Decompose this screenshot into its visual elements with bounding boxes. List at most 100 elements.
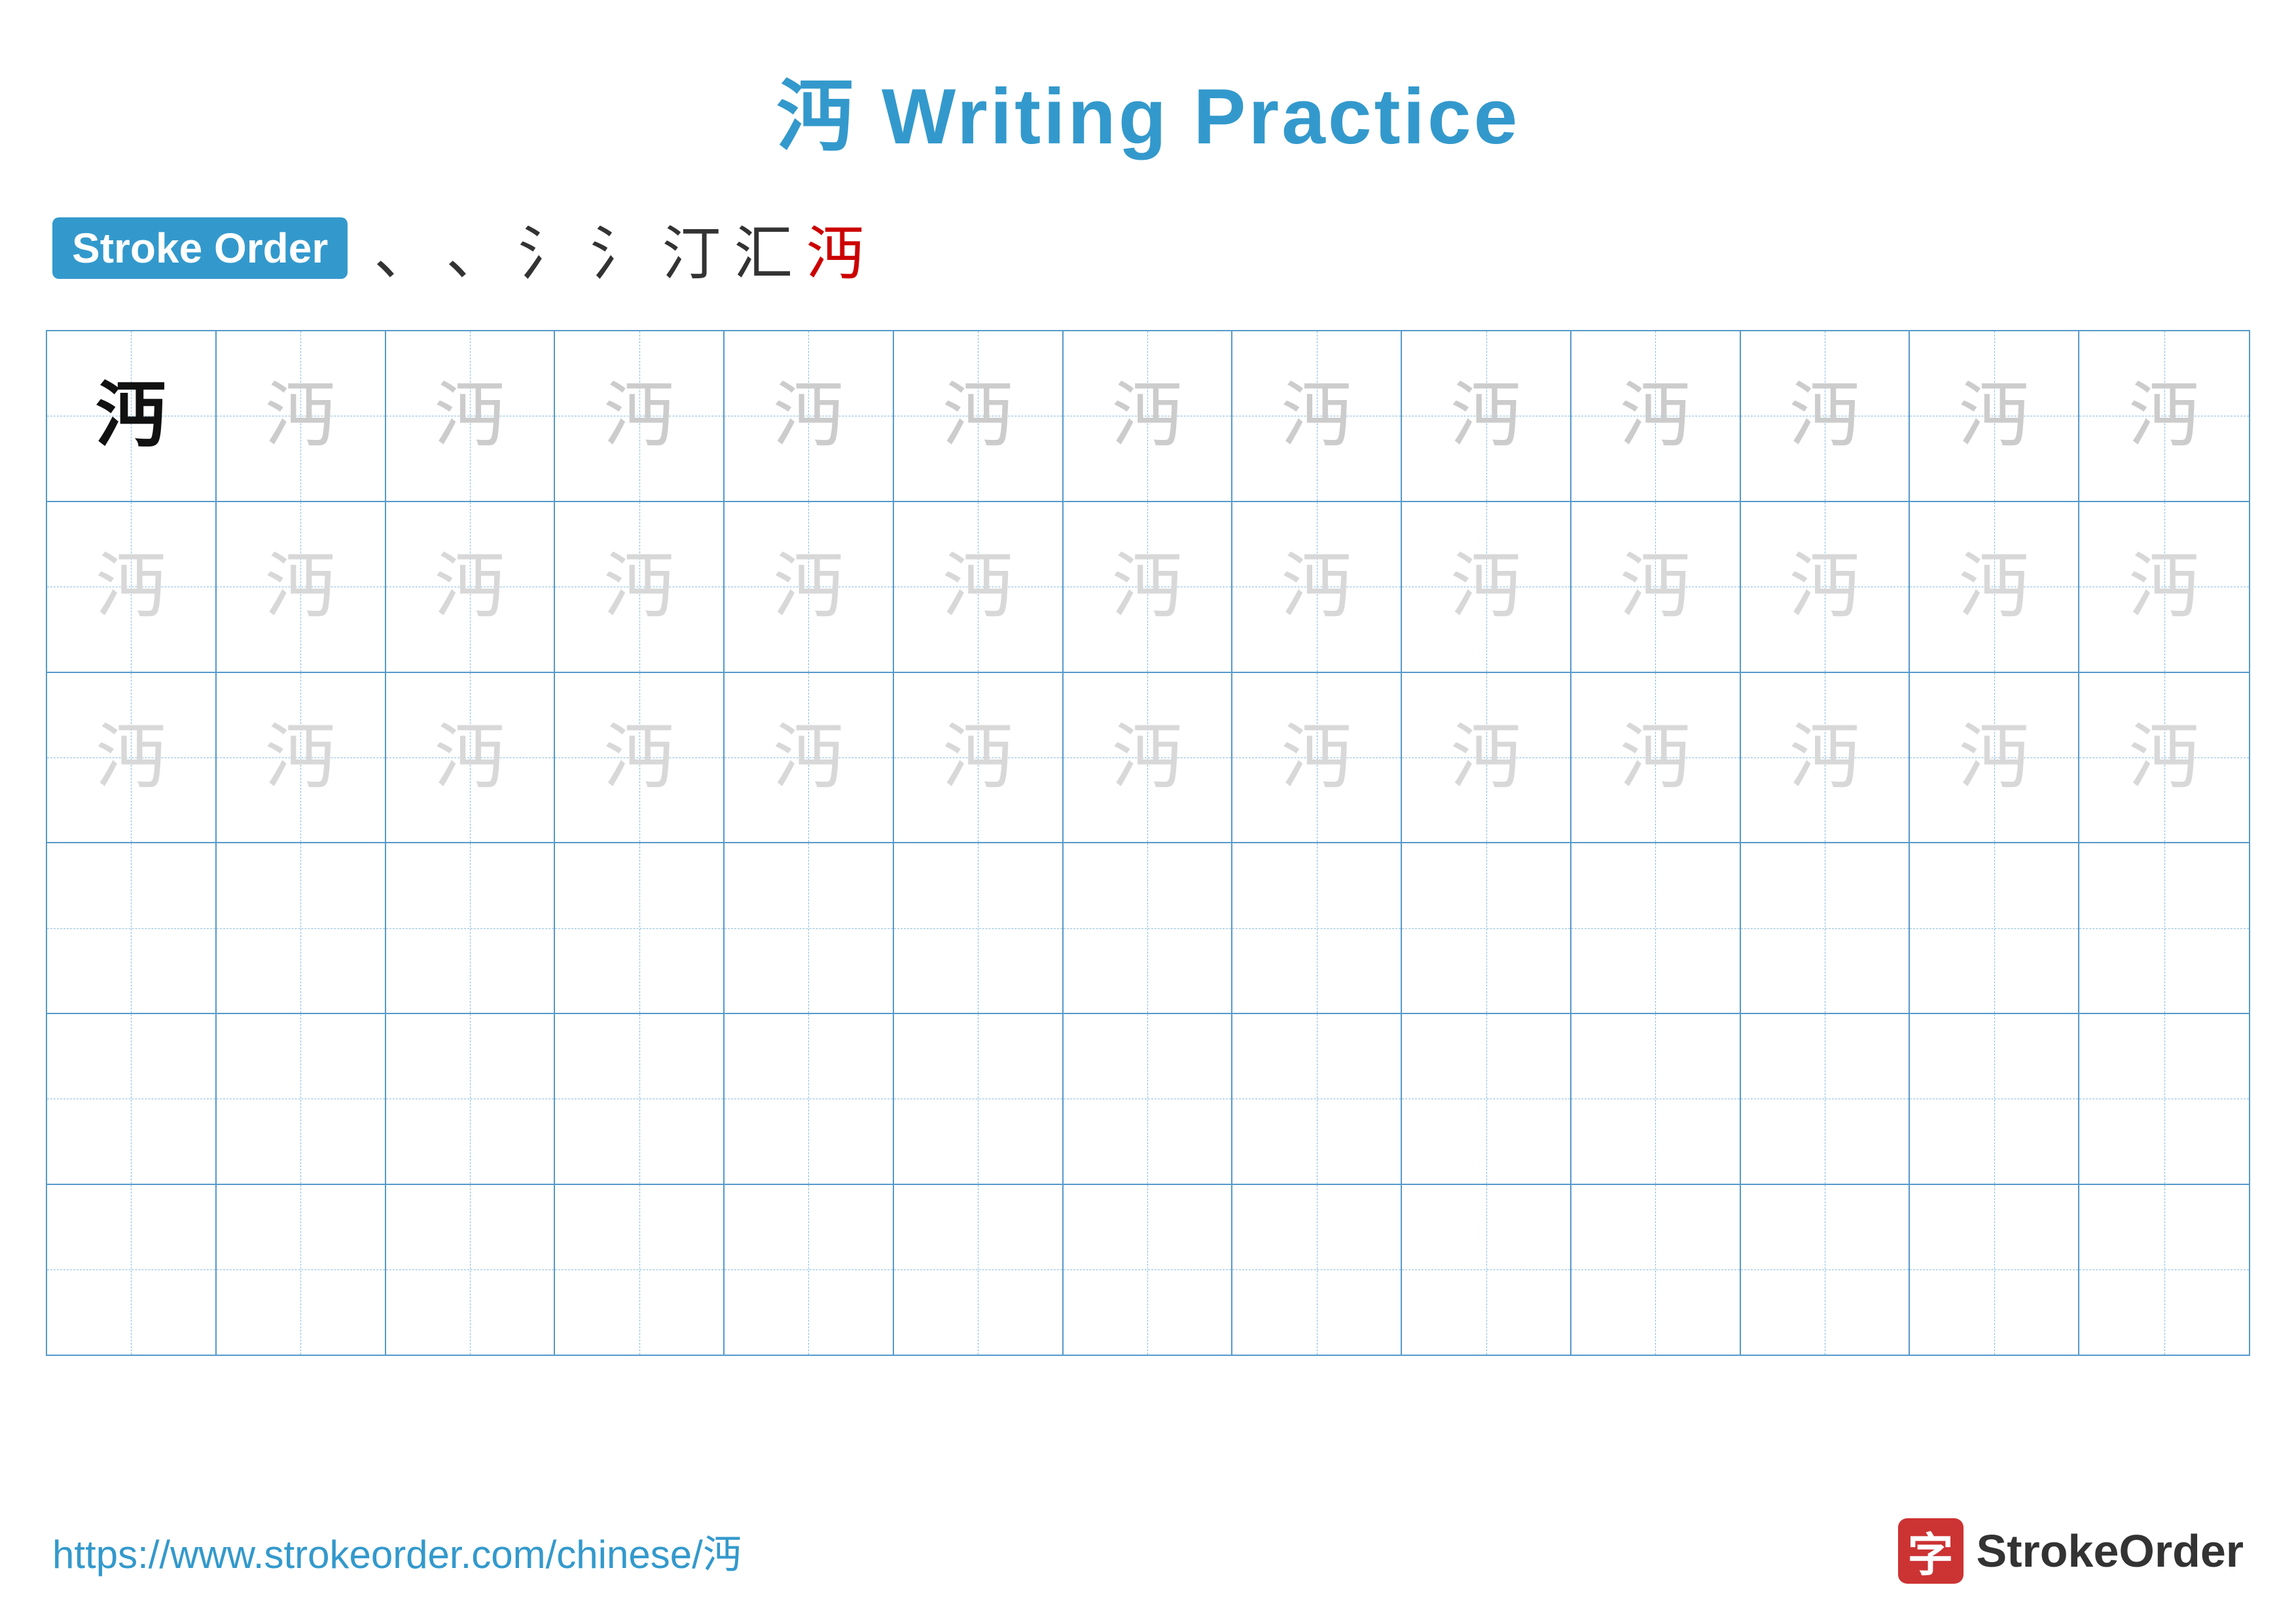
grid-cell[interactable]: 沔 [1402,331,1571,501]
grid-cell[interactable] [725,843,894,1013]
grid-cell[interactable]: 沔 [217,502,386,672]
grid-cell[interactable] [1571,1185,1741,1355]
grid-cell[interactable]: 沔 [2079,673,2249,843]
grid-cell[interactable]: 沔 [555,502,725,672]
grid-cell[interactable] [386,843,556,1013]
grid-cell[interactable]: 沔 [47,502,217,672]
grid-cell[interactable]: 沔 [1064,673,1233,843]
grid-cell[interactable]: 沔 [1910,673,2079,843]
grid-cell[interactable] [2079,1014,2249,1184]
grid-cell[interactable]: 沔 [47,673,217,843]
grid-cell[interactable] [217,1185,386,1355]
grid-cell[interactable]: 沔 [725,673,894,843]
grid-cell[interactable]: 沔 [1232,331,1402,501]
practice-character: 沔 [264,380,336,452]
stroke-2: 、 [446,206,505,291]
grid-cell[interactable]: 沔 [386,331,556,501]
grid-row [47,1014,2249,1185]
grid-cell[interactable] [1910,1185,2079,1355]
grid-cell[interactable] [725,1014,894,1184]
grid-cell[interactable] [1232,1014,1402,1184]
practice-character: 沔 [603,721,675,793]
grid-cell[interactable]: 沔 [1571,673,1741,843]
grid-cell[interactable]: 沔 [386,673,556,843]
grid-cell[interactable] [47,1185,217,1355]
grid-cell[interactable] [725,1185,894,1355]
practice-character: 沔 [1958,551,2030,623]
grid-cell[interactable]: 沔 [1064,331,1233,501]
grid-cell[interactable] [555,1014,725,1184]
grid-cell[interactable]: 沔 [1402,502,1571,672]
grid-cell[interactable]: 沔 [894,673,1064,843]
grid-cell[interactable]: 沔 [1402,673,1571,843]
grid-cell[interactable]: 沔 [1571,502,1741,672]
grid-cell[interactable]: 沔 [2079,331,2249,501]
grid-cell[interactable]: 沔 [2079,502,2249,672]
grid-cell[interactable] [894,843,1064,1013]
logo-text: StrokeOrder [1977,1525,2244,1577]
grid-cell[interactable]: 沔 [1741,502,1910,672]
grid-cell[interactable] [1741,843,1910,1013]
grid-cell[interactable] [386,1185,556,1355]
grid-cell[interactable]: 沔 [555,331,725,501]
grid-cell[interactable]: 沔 [1741,673,1910,843]
grid-cell[interactable] [1741,1185,1910,1355]
grid-cell[interactable] [217,1014,386,1184]
grid-cell[interactable] [47,1014,217,1184]
grid-cell[interactable]: 沔 [217,673,386,843]
grid-cell[interactable] [47,843,217,1013]
grid-cell[interactable] [1064,1014,1233,1184]
grid-cell[interactable] [555,1185,725,1355]
grid-cell[interactable]: 沔 [217,331,386,501]
grid-cell[interactable]: 沔 [47,331,217,501]
grid-cell[interactable] [217,843,386,1013]
grid-cell[interactable]: 沔 [1910,331,2079,501]
grid-cell[interactable] [1571,1014,1741,1184]
grid-cell[interactable] [1741,1014,1910,1184]
practice-character: 沔 [1281,551,1353,623]
practice-character: 沔 [603,380,675,452]
practice-character: 沔 [1111,551,1183,623]
footer-logo: 字 StrokeOrder [1898,1518,2244,1584]
grid-cell[interactable]: 沔 [725,331,894,501]
grid-cell[interactable]: 沔 [386,502,556,672]
grid-cell[interactable] [1232,1185,1402,1355]
grid-cell[interactable] [1064,843,1233,1013]
grid-cell[interactable] [1232,843,1402,1013]
grid-cell[interactable]: 沔 [1232,673,1402,843]
practice-character: 沔 [1281,380,1353,452]
practice-character: 沔 [1450,721,1522,793]
practice-character: 沔 [1111,380,1183,452]
stroke-3: 氵 [518,206,577,291]
grid-cell[interactable]: 沔 [894,331,1064,501]
grid-cell[interactable] [1571,843,1741,1013]
grid-cell[interactable] [1064,1185,1233,1355]
grid-row: 沔沔沔沔沔沔沔沔沔沔沔沔沔 [47,331,2249,502]
grid-cell[interactable]: 沔 [1232,502,1402,672]
stroke-order-badge: Stroke Order [52,217,348,279]
grid-cell[interactable] [1910,1014,2079,1184]
grid-row [47,843,2249,1014]
grid-cell[interactable]: 沔 [1741,331,1910,501]
grid-cell[interactable] [894,1014,1064,1184]
grid-cell[interactable] [1910,843,2079,1013]
grid-cell[interactable] [1402,843,1571,1013]
practice-character: 沔 [1619,380,1691,452]
grid-cell[interactable]: 沔 [555,673,725,843]
grid-cell[interactable] [894,1185,1064,1355]
grid-cell[interactable]: 沔 [894,502,1064,672]
grid-cell[interactable] [2079,1185,2249,1355]
grid-cell[interactable]: 沔 [1910,502,2079,672]
stroke-5: 汀 [662,206,721,291]
grid-cell[interactable]: 沔 [1064,502,1233,672]
grid-cell[interactable]: 沔 [725,502,894,672]
grid-cell[interactable]: 沔 [1571,331,1741,501]
grid-cell[interactable] [1402,1185,1571,1355]
practice-character: 沔 [95,721,167,793]
practice-character: 沔 [942,380,1014,452]
grid-cell[interactable] [1402,1014,1571,1184]
grid-cell[interactable] [555,843,725,1013]
grid-cell[interactable] [386,1014,556,1184]
grid-cell[interactable] [2079,843,2249,1013]
grid-row: 沔沔沔沔沔沔沔沔沔沔沔沔沔 [47,673,2249,844]
